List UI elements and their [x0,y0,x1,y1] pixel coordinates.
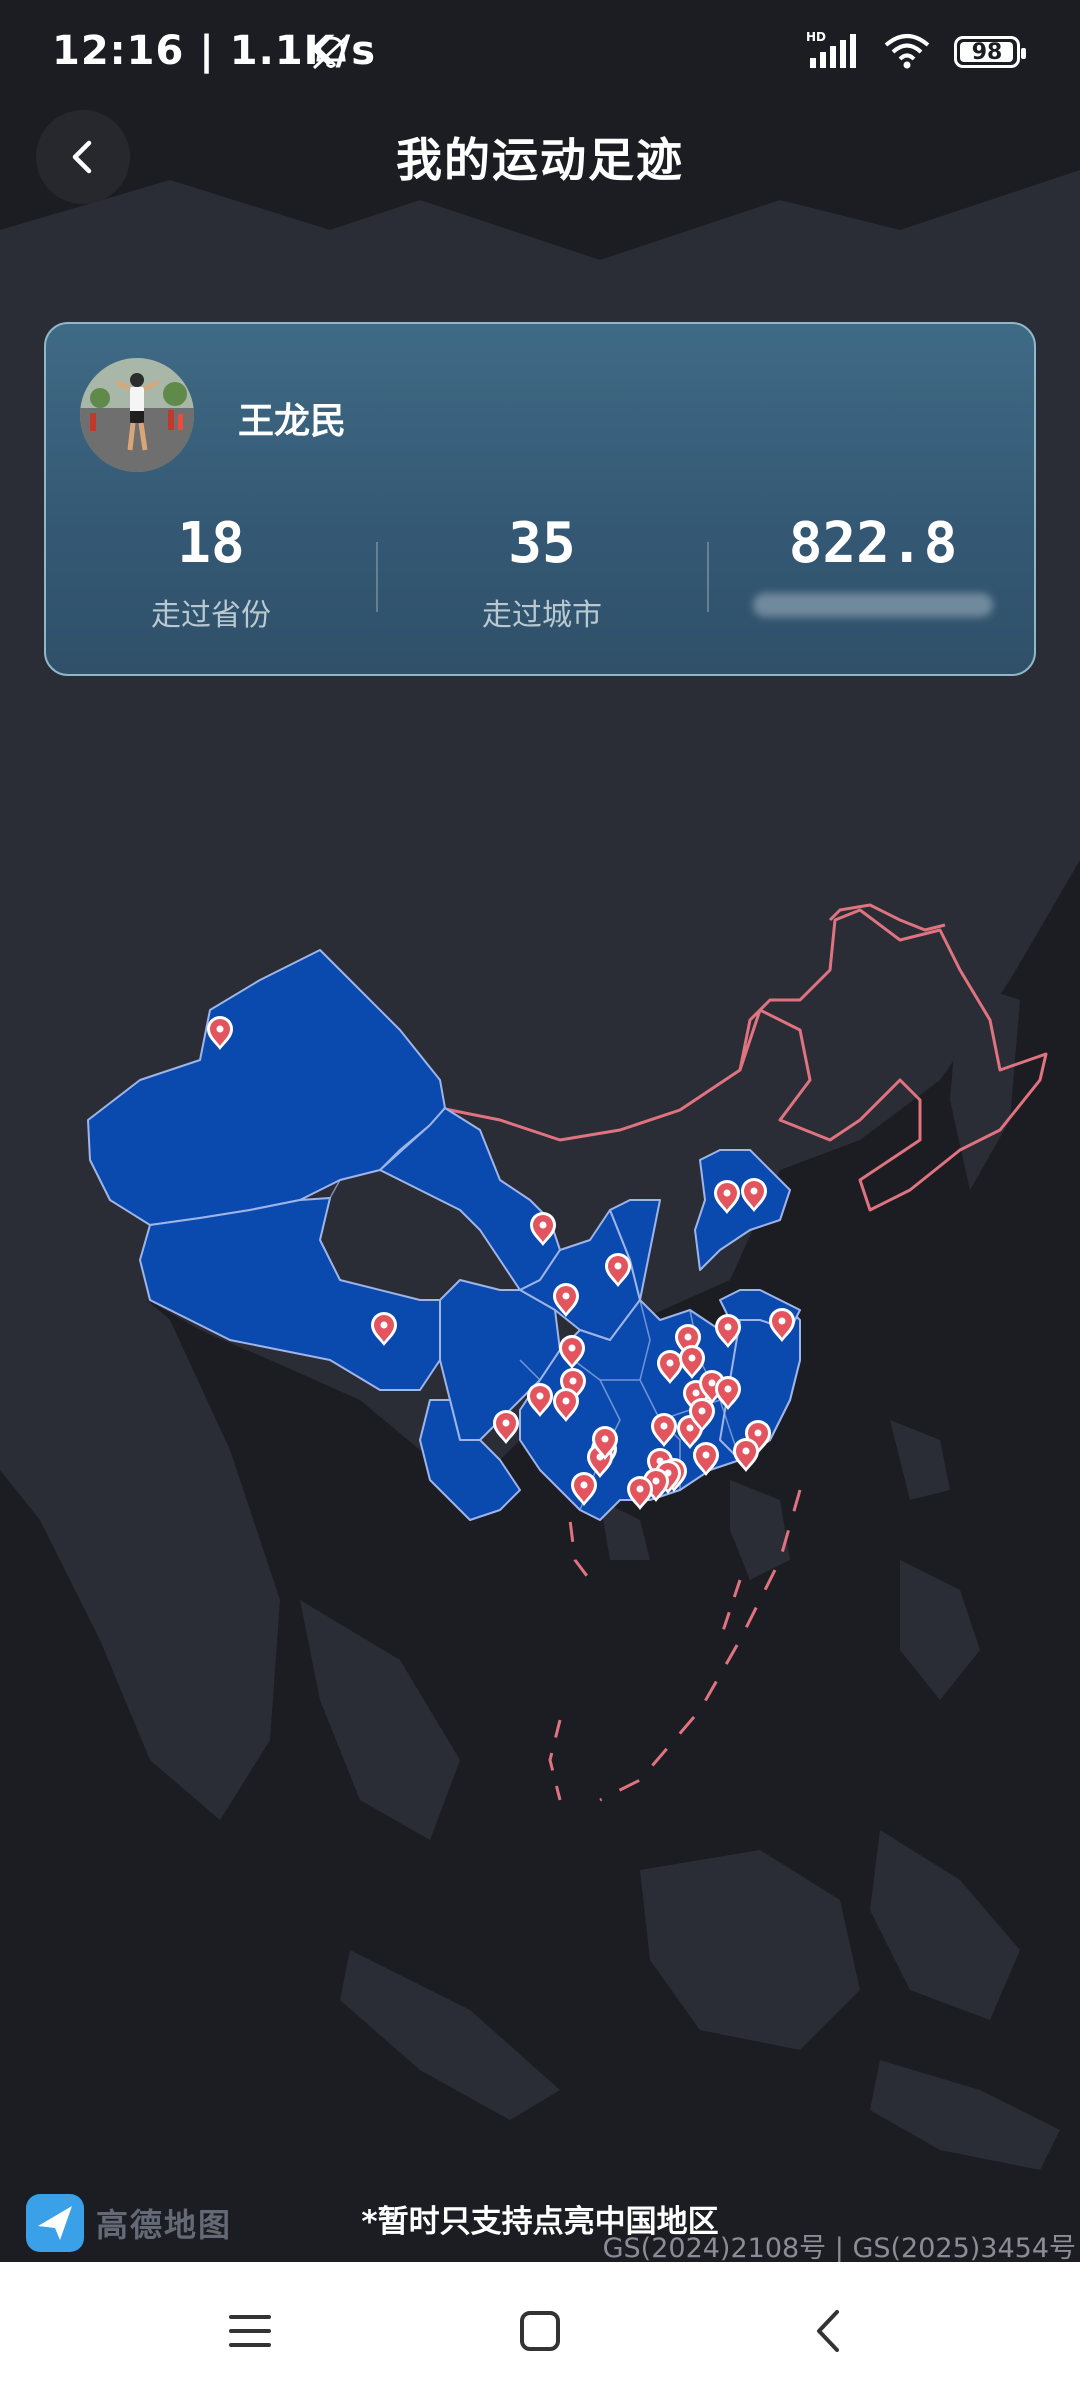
status-bar: 12:16 | 1.1K/s HD 98 [0,0,1080,110]
profile-card: 王龙民 18 走过省份 35 走过城市 822.8 [44,322,1036,676]
battery-icon: 98 [954,36,1026,68]
stat-cities: 35 走过城市 [377,512,707,634]
location-pin-icon[interactable] [733,1438,759,1472]
signal-icon: HD [806,30,860,74]
nav-back-button[interactable] [785,2286,875,2376]
stat-distance: 822.8 [708,512,1038,625]
mute-icon [308,32,354,76]
map-copyright: GS(2024)2108号 | GS(2025)3454号 [602,2233,1076,2264]
nav-home-button[interactable] [495,2286,585,2376]
stat-label: 走过城市 [482,598,602,633]
app-root: 12:16 | 1.1K/s HD 98 我的运动足迹 王龙民 18 走过省份 … [0,0,1080,2400]
page-title: 我的运动足迹 [396,133,684,187]
wifi-icon [882,31,932,73]
home-square-icon [520,2311,560,2351]
avatar-photo [80,358,194,472]
back-chevron-icon [817,2310,839,2352]
nav-menu-button[interactable] [205,2286,295,2376]
battery-level: 98 [971,39,1003,65]
menu-icon [229,2315,271,2347]
stat-label: 走过省份 [151,598,271,633]
stat-value: 822.8 [788,511,958,576]
stat-value: 18 [177,511,245,576]
stat-provinces: 18 走过省份 [46,512,376,634]
system-nav-bar [0,2262,1080,2400]
svg-text:HD: HD [806,30,826,44]
user-name: 王龙民 [238,401,347,442]
stat-value: 35 [508,511,576,576]
stat-label-blurred [708,590,1038,625]
header: 我的运动足迹 [0,110,1080,204]
avatar[interactable] [80,358,194,472]
location-pin-icon[interactable] [627,1476,653,1510]
